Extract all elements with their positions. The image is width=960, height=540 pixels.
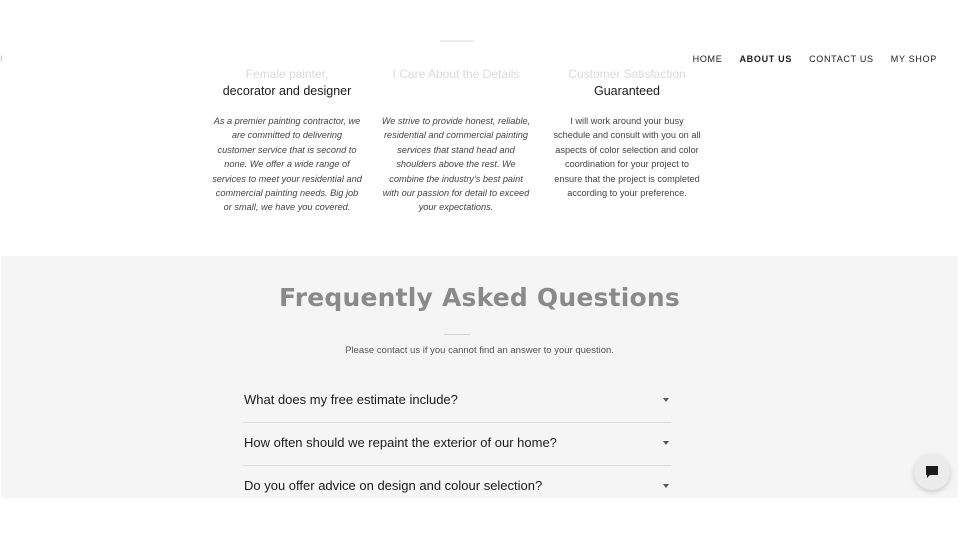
faded-divider bbox=[440, 40, 474, 42]
main-navigation: HOME ABOUT US CONTACT US MY SHOP bbox=[693, 54, 937, 64]
chat-button[interactable] bbox=[914, 454, 950, 490]
feature-title bbox=[381, 83, 531, 100]
feature-description: As a premier painting contractor, we are… bbox=[212, 116, 362, 213]
feature-description: I will work around your busy schedule an… bbox=[553, 116, 701, 199]
feature-title-faded: Female painter, bbox=[245, 67, 329, 81]
faq-question: How often should we repaint the exterior… bbox=[244, 435, 557, 450]
feature-description: We strive to provide honest, reliable, r… bbox=[381, 116, 531, 213]
feature-title-faded: Customer Satisfaction bbox=[568, 67, 686, 81]
feature-details: I Care About the Details We strive to pr… bbox=[381, 67, 531, 215]
nav-about-us[interactable]: ABOUT US bbox=[739, 54, 792, 64]
feature-title: Guaranteed bbox=[593, 84, 661, 98]
nav-contact-us[interactable]: CONTACT US bbox=[809, 54, 874, 64]
nav-my-shop[interactable]: MY SHOP bbox=[891, 54, 937, 64]
faq-item[interactable]: How often should we repaint the exterior… bbox=[243, 423, 671, 466]
chevron-down-icon[interactable] bbox=[663, 484, 669, 488]
faq-subtitle: Please contact us if you cannot find an … bbox=[345, 345, 614, 356]
faq-divider bbox=[444, 334, 470, 335]
feature-satisfaction: Customer Satisfaction Guaranteed I will … bbox=[552, 67, 702, 200]
nav-home[interactable]: HOME bbox=[693, 54, 723, 64]
faq-item[interactable]: Do you offer advice on design and colour… bbox=[243, 466, 671, 508]
feature-title-faded: I Care About the Details bbox=[392, 67, 520, 81]
faq-question: What does my free estimate include? bbox=[244, 392, 458, 407]
faq-question: Do you offer advice on design and colour… bbox=[244, 478, 543, 493]
chevron-down-icon[interactable] bbox=[663, 441, 669, 445]
edge-marker: ⁝ bbox=[0, 54, 3, 63]
faq-item[interactable]: What does my free estimate include? bbox=[243, 380, 671, 423]
faq-list: What does my free estimate include? How … bbox=[243, 380, 671, 508]
faq-section: Frequently Asked Questions Please contac… bbox=[1, 256, 958, 498]
chat-bubble-icon bbox=[926, 466, 938, 478]
chevron-down-icon[interactable] bbox=[663, 398, 669, 402]
faq-title: Frequently Asked Questions bbox=[279, 283, 680, 312]
feature-title: decorator and designer bbox=[222, 84, 352, 98]
feature-female-painter: Female painter, decorator and designer A… bbox=[212, 67, 362, 215]
